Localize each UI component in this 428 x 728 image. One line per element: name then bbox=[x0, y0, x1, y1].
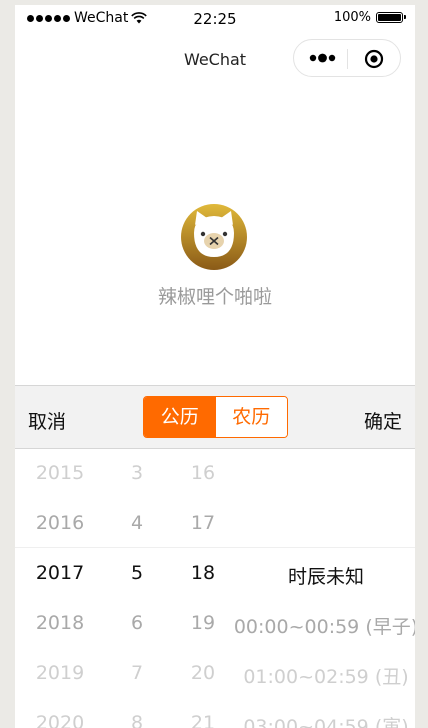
month-option[interactable]: 3 bbox=[117, 462, 157, 484]
hour-option[interactable]: 01:00~02:59 (丑) bbox=[233, 662, 415, 689]
month-option[interactable]: 6 bbox=[117, 612, 157, 634]
month-option[interactable]: 7 bbox=[117, 662, 157, 684]
year-option[interactable]: 2018 bbox=[25, 612, 95, 634]
mini-program-capsule bbox=[293, 39, 401, 77]
hour-option[interactable]: 00:00~00:59 (早子) bbox=[233, 612, 415, 639]
more-icon[interactable] bbox=[308, 50, 340, 66]
nav-bar: WeChat bbox=[15, 33, 415, 85]
picker-row[interactable]: 2015 3 16 bbox=[15, 462, 415, 492]
hour-option-selected[interactable]: 时辰未知 bbox=[233, 562, 415, 589]
date-picker: 取消 公历 农历 确定 2015 3 16 2016 4 17 2017 5 1… bbox=[15, 385, 415, 728]
close-mini-program-icon[interactable] bbox=[364, 49, 384, 69]
day-option[interactable]: 20 bbox=[183, 662, 223, 684]
cancel-button[interactable]: 取消 bbox=[28, 407, 66, 434]
picker-selection-line-top bbox=[15, 547, 415, 548]
day-option[interactable]: 16 bbox=[183, 462, 223, 484]
confirm-button[interactable]: 确定 bbox=[364, 407, 402, 434]
status-bar: WeChat 22:25 100% bbox=[15, 5, 415, 33]
year-option[interactable]: 2016 bbox=[25, 512, 95, 534]
picker-row[interactable]: 2018 6 19 00:00~00:59 (早子) bbox=[15, 612, 415, 642]
year-option-selected[interactable]: 2017 bbox=[25, 562, 95, 584]
picker-selected-row[interactable]: 2017 5 18 时辰未知 bbox=[15, 562, 415, 592]
battery-percent: 100% bbox=[333, 10, 371, 25]
picker-row[interactable]: 2019 7 20 01:00~02:59 (丑) bbox=[15, 662, 415, 692]
year-option[interactable]: 2019 bbox=[25, 662, 95, 684]
battery-icon bbox=[376, 12, 406, 23]
hour-option[interactable]: 03:00~04:59 (寅) bbox=[233, 712, 415, 728]
picker-row[interactable]: 2020 8 21 03:00~04:59 (寅) bbox=[15, 712, 415, 728]
year-option[interactable]: 2015 bbox=[25, 462, 95, 484]
month-option-selected[interactable]: 5 bbox=[117, 562, 157, 584]
month-option[interactable]: 8 bbox=[117, 712, 157, 728]
status-right: 100% bbox=[333, 10, 406, 25]
picker-header: 取消 公历 农历 确定 bbox=[15, 385, 415, 449]
tab-lunar-calendar[interactable]: 农历 bbox=[215, 397, 287, 437]
tab-solar-calendar[interactable]: 公历 bbox=[144, 397, 216, 437]
year-option[interactable]: 2020 bbox=[25, 712, 95, 728]
day-option[interactable]: 17 bbox=[183, 512, 223, 534]
app-logo-icon bbox=[181, 204, 247, 270]
day-option[interactable]: 19 bbox=[183, 612, 223, 634]
app-name: 辣椒哩个啪啦 bbox=[157, 286, 272, 308]
calendar-type-toggle: 公历 农历 bbox=[143, 396, 288, 438]
day-option[interactable]: 21 bbox=[183, 712, 223, 728]
capsule-divider bbox=[347, 49, 348, 69]
picker-row[interactable]: 2016 4 17 bbox=[15, 512, 415, 542]
phone-screen: WeChat 22:25 100% WeChat 辣椒哩个啪啦 取消 公历 农历… bbox=[15, 5, 415, 728]
month-option[interactable]: 4 bbox=[117, 512, 157, 534]
day-option-selected[interactable]: 18 bbox=[183, 562, 223, 584]
